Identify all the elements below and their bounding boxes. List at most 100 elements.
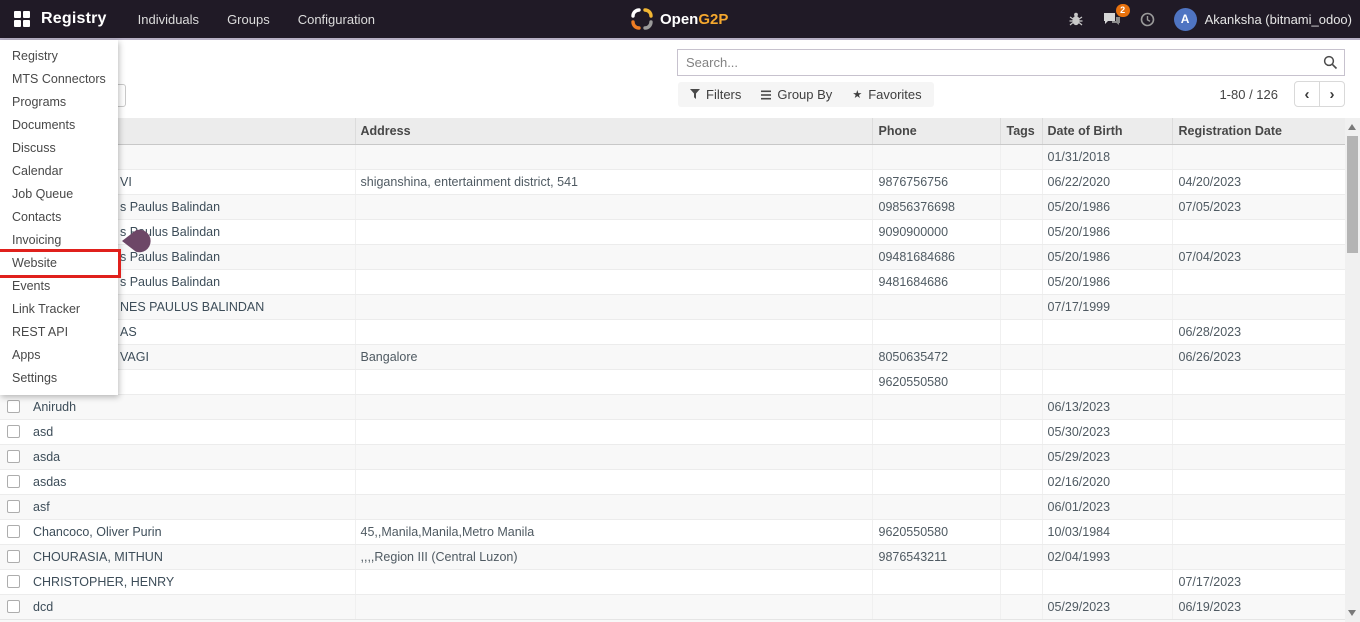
cell-phone[interactable]: 9876543211 [872,544,1000,569]
cell-name[interactable]: CHOURASIA, MITHUN [0,544,355,569]
cell-tags[interactable] [1000,469,1042,494]
user-menu[interactable]: Akanksha (bitnami_odoo) [1205,12,1352,27]
cell-phone[interactable]: 09481684686 [872,244,1000,269]
app-name[interactable]: Registry [41,10,107,28]
cell-address[interactable] [355,269,872,294]
table-row[interactable]: asd 05/30/2023 [0,419,1345,444]
app-menu-item-rest-api[interactable]: REST API [0,321,118,344]
cell-tags[interactable] [1000,269,1042,294]
cell-tags[interactable] [1000,494,1042,519]
table-row[interactable]: NES PAULUS BALINDAN 07/17/1999 [0,294,1345,319]
pager-previous-button[interactable]: ‹ [1294,81,1320,107]
row-checkbox[interactable] [7,525,20,538]
cell-registration-date[interactable]: 06/19/2023 [1172,594,1345,619]
pager-next-button[interactable]: › [1319,81,1345,107]
scrollbar-thumb[interactable] [1347,136,1358,253]
search-input[interactable] [677,49,1345,76]
app-menu-item-mts-connectors[interactable]: MTS Connectors [0,68,118,91]
cell-address[interactable] [355,144,872,169]
filters-button[interactable]: Filters [680,82,751,107]
cell-address[interactable]: shiganshina, entertainment district, 541 [355,169,872,194]
cell-date-of-birth[interactable]: 05/29/2023 [1042,594,1172,619]
row-checkbox[interactable] [7,400,20,413]
cell-name[interactable]: asdas [0,469,355,494]
app-menu-item-calendar[interactable]: Calendar [0,160,118,183]
cell-registration-date[interactable]: 06/28/2023 [1172,319,1345,344]
app-menu-item-apps[interactable]: Apps [0,344,118,367]
cell-registration-date[interactable] [1172,494,1345,519]
cell-phone[interactable] [872,494,1000,519]
table-row[interactable]: s Paulus Balindan 9090900000 05/20/1986 [0,219,1345,244]
cell-registration-date[interactable] [1172,544,1345,569]
cell-address[interactable]: ,,,,Region III (Central Luzon) [355,544,872,569]
cell-name[interactable]: asd [0,419,355,444]
cell-name[interactable]: asda [0,444,355,469]
cell-tags[interactable] [1000,519,1042,544]
col-header-tags[interactable]: Tags [1000,118,1042,144]
cell-name[interactable]: Anirudh [0,394,355,419]
cell-address[interactable] [355,219,872,244]
cell-tags[interactable] [1000,344,1042,369]
app-menu-item-contacts[interactable]: Contacts [0,206,118,229]
cell-registration-date[interactable]: 04/20/2023 [1172,169,1345,194]
app-menu-item-documents[interactable]: Documents [0,114,118,137]
cell-date-of-birth[interactable]: 07/17/1999 [1042,294,1172,319]
cell-address[interactable]: Bangalore [355,344,872,369]
cell-date-of-birth[interactable]: 01/31/2018 [1042,144,1172,169]
app-menu-item-website[interactable]: Website [0,252,118,275]
row-checkbox[interactable] [7,500,20,513]
col-header-phone[interactable]: Phone [872,118,1000,144]
app-menu-item-registry[interactable]: Registry [0,45,118,68]
cell-address[interactable] [355,244,872,269]
app-menu-item-link-tracker[interactable]: Link Tracker [0,298,118,321]
cell-phone[interactable]: 9876756756 [872,169,1000,194]
cell-name[interactable]: CHRISTOPHER, HENRY [0,569,355,594]
cell-phone[interactable] [872,394,1000,419]
messages-icon[interactable]: 2 [1102,9,1122,29]
row-checkbox[interactable] [7,450,20,463]
cell-registration-date[interactable] [1172,219,1345,244]
cell-name[interactable]: Chancoco, Oliver Purin [0,519,355,544]
cell-date-of-birth[interactable]: 02/04/1993 [1042,544,1172,569]
cell-date-of-birth[interactable]: 05/20/1986 [1042,244,1172,269]
cell-address[interactable] [355,394,872,419]
cell-registration-date[interactable] [1172,519,1345,544]
row-checkbox[interactable] [7,475,20,488]
table-row[interactable]: s Paulus Balindan 9481684686 05/20/1986 [0,269,1345,294]
table-row[interactable]: dcd 05/29/2023 06/19/2023 [0,594,1345,619]
cell-registration-date[interactable]: 07/04/2023 [1172,244,1345,269]
app-menu-item-events[interactable]: Events [0,275,118,298]
cell-registration-date[interactable] [1172,394,1345,419]
col-header-registration-date[interactable]: Registration Date [1172,118,1345,144]
row-checkbox[interactable] [7,550,20,563]
cell-phone[interactable] [872,294,1000,319]
cell-date-of-birth[interactable]: 02/16/2020 [1042,469,1172,494]
debug-bug-icon[interactable] [1066,9,1086,29]
cell-registration-date[interactable]: 07/05/2023 [1172,194,1345,219]
cell-date-of-birth[interactable]: 05/20/1986 [1042,269,1172,294]
cell-registration-date[interactable] [1172,419,1345,444]
cell-address[interactable] [355,569,872,594]
cell-phone[interactable] [872,469,1000,494]
cell-address[interactable] [355,319,872,344]
table-row[interactable]: asf 06/01/2023 [0,494,1345,519]
cell-date-of-birth[interactable] [1042,319,1172,344]
cell-name[interactable]: asf [0,494,355,519]
cell-address[interactable]: 45,,Manila,Manila,Metro Manila [355,519,872,544]
col-header-address[interactable]: Address [355,118,872,144]
apps-grid-icon[interactable] [14,11,31,28]
cell-date-of-birth[interactable]: 05/20/1986 [1042,219,1172,244]
cell-tags[interactable] [1000,544,1042,569]
scroll-down-arrow-icon[interactable] [1348,610,1356,616]
cell-address[interactable] [355,294,872,319]
cell-date-of-birth[interactable] [1042,369,1172,394]
cell-registration-date[interactable]: 07/17/2023 [1172,569,1345,594]
table-row[interactable]: asdas 02/16/2020 [0,469,1345,494]
cell-date-of-birth[interactable] [1042,569,1172,594]
cell-tags[interactable] [1000,244,1042,269]
app-menu-item-discuss[interactable]: Discuss [0,137,118,160]
cell-phone[interactable] [872,594,1000,619]
cell-registration-date[interactable] [1172,369,1345,394]
cell-address[interactable] [355,419,872,444]
topbar-menu-individuals[interactable]: Individuals [136,10,201,29]
